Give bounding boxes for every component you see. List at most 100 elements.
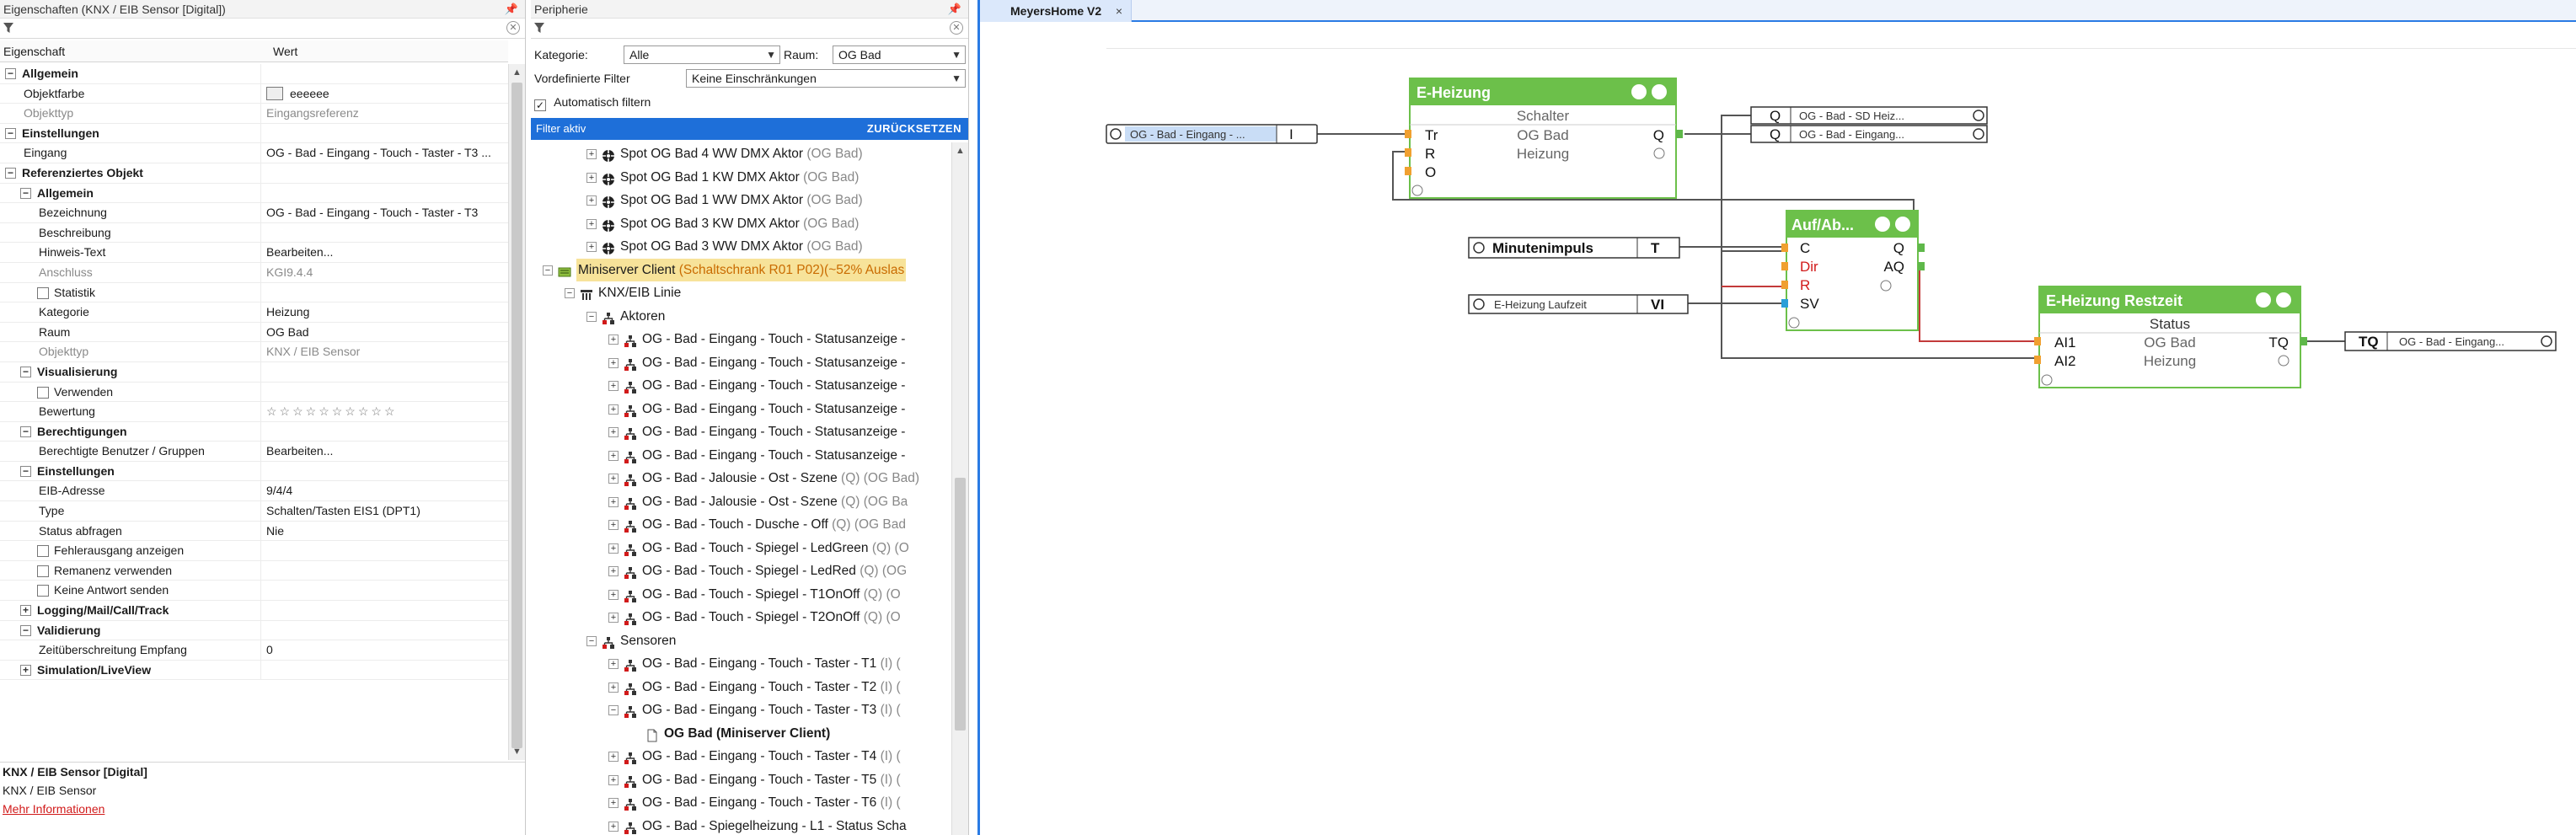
info-icon[interactable] bbox=[1652, 84, 1667, 99]
collapse-icon[interactable]: − bbox=[608, 705, 619, 715]
collapse-icon[interactable]: − bbox=[20, 187, 31, 199]
add-input-icon[interactable] bbox=[2041, 374, 2053, 386]
periphery-filter-bar[interactable]: ✕ bbox=[531, 19, 968, 39]
property-row[interactable]: Objekttyp KNX / EIB Sensor bbox=[0, 342, 508, 362]
properties-filter-bar[interactable]: ✕ bbox=[0, 19, 525, 39]
collapse-icon[interactable]: − bbox=[586, 635, 597, 646]
predefined-filter-select[interactable]: Keine Einschränkungen ▼ bbox=[686, 69, 966, 88]
tree-scrollbar[interactable]: ▲ bbox=[951, 142, 968, 835]
tree-item[interactable]: − KNX/EIB Linie bbox=[531, 281, 951, 305]
minutenimpuls-block[interactable]: Minutenimpuls T bbox=[1468, 237, 1680, 259]
color-swatch[interactable] bbox=[266, 86, 283, 100]
add-input-icon[interactable] bbox=[1411, 185, 1423, 196]
tree-item[interactable]: + Spot OG Bad 1 KW DMX Aktor (OG Bad) bbox=[531, 166, 951, 190]
expand-icon[interactable]: + bbox=[586, 149, 597, 159]
tree-item[interactable]: + OG - Bad - Eingang - Touch - Statusanze… bbox=[531, 374, 951, 398]
laufzeit-block[interactable]: E-Heizung Laufzeit VI bbox=[1468, 294, 1689, 314]
block-auf-ab[interactable]: Auf/Ab... C Dir R SV Q AQ bbox=[1781, 210, 1925, 331]
property-row[interactable]: Berechtigte Benutzer / Gruppen Bearbeiten… bbox=[0, 442, 508, 462]
property-value[interactable]: Nie bbox=[266, 522, 505, 542]
tree-item[interactable]: + OG - Bad - Eingang - Touch - Statusanze… bbox=[531, 420, 951, 444]
output-reference-q1[interactable]: Q OG - Bad - SD Heiz... bbox=[1750, 106, 1988, 125]
expand-icon[interactable]: + bbox=[608, 496, 619, 507]
property-row[interactable]: − Visualisierung bbox=[0, 361, 508, 383]
add-output-icon[interactable] bbox=[1653, 147, 1665, 159]
collapse-icon[interactable]: − bbox=[20, 624, 31, 636]
tree-item[interactable]: − Aktoren bbox=[531, 305, 951, 329]
collapse-icon[interactable]: − bbox=[20, 366, 31, 377]
property-value[interactable]: KNX / EIB Sensor bbox=[266, 342, 505, 362]
property-row[interactable]: − Allgemein bbox=[0, 64, 508, 84]
scroll-thumb[interactable] bbox=[511, 83, 522, 748]
expand-icon[interactable]: + bbox=[586, 172, 597, 183]
property-value[interactable]: KGI9.4.4 bbox=[266, 263, 505, 283]
property-value[interactable]: OG Bad bbox=[266, 323, 505, 343]
auto-filter-row[interactable]: ✓ Automatisch filtern bbox=[533, 91, 967, 113]
property-row[interactable]: − Einstellungen bbox=[0, 461, 508, 482]
property-row[interactable]: Eingang OG - Bad - Eingang - Touch - Tast… bbox=[0, 143, 508, 163]
property-checkbox[interactable] bbox=[37, 585, 49, 597]
property-row[interactable]: Status abfragen Nie bbox=[0, 521, 508, 542]
property-row[interactable]: Beschreibung bbox=[0, 222, 508, 244]
expand-icon[interactable]: + bbox=[608, 613, 619, 623]
expand-icon[interactable]: + bbox=[608, 357, 619, 368]
gear-icon[interactable] bbox=[1473, 242, 1485, 254]
property-row[interactable]: Objekttyp Eingangsreferenz bbox=[0, 104, 508, 124]
expand-icon[interactable]: + bbox=[586, 195, 597, 206]
pin-icon[interactable]: 📌 bbox=[948, 0, 961, 19]
raum-select[interactable]: OG Bad ▼ bbox=[833, 45, 966, 64]
property-value[interactable]: Bearbeiten... bbox=[266, 243, 505, 263]
expand-icon[interactable]: + bbox=[608, 404, 619, 415]
property-row[interactable]: Type Schalten/Tasten EIS1 (DPT1) bbox=[0, 501, 508, 522]
property-row[interactable]: Statistik bbox=[0, 282, 508, 303]
expand-icon[interactable]: + bbox=[608, 520, 619, 530]
tree-item[interactable]: + OG - Bad - Eingang - Touch - Statusanze… bbox=[531, 444, 951, 468]
clear-filter-icon[interactable]: ✕ bbox=[950, 21, 963, 35]
property-value[interactable]: ☆☆☆☆☆☆☆☆☆☆ bbox=[266, 402, 505, 422]
tree-item[interactable]: + OG - Bad - Eingang - Touch - Taster - T… bbox=[531, 676, 951, 699]
property-checkbox[interactable] bbox=[37, 565, 49, 577]
expand-icon[interactable]: + bbox=[608, 543, 619, 554]
gear-icon[interactable] bbox=[1973, 128, 1984, 140]
output-reference-tq[interactable]: TQ OG - Bad - Eingang... bbox=[2344, 331, 2557, 351]
tree-item[interactable]: + OG - Bad - Eingang - Touch - Taster - T… bbox=[531, 791, 951, 815]
pin-icon[interactable]: 📌 bbox=[505, 0, 518, 19]
add-output-icon[interactable] bbox=[1880, 280, 1892, 292]
property-value[interactable]: Eingangsreferenz bbox=[266, 104, 505, 124]
tree-item[interactable]: + Spot OG Bad 3 WW DMX Aktor (OG Bad) bbox=[531, 235, 951, 259]
collapse-icon[interactable]: − bbox=[565, 288, 575, 298]
collapse-icon[interactable]: − bbox=[5, 68, 16, 79]
collapse-icon[interactable]: − bbox=[5, 127, 16, 139]
input-reference-block[interactable]: OG - Bad - Eingang - ... I bbox=[1106, 124, 1318, 144]
expand-icon[interactable]: + bbox=[608, 659, 619, 669]
gear-icon[interactable] bbox=[1875, 217, 1890, 232]
property-checkbox[interactable] bbox=[37, 386, 49, 399]
tree-item[interactable]: + Spot OG Bad 4 WW DMX Aktor (OG Bad) bbox=[531, 142, 951, 166]
property-row[interactable]: Hinweis-Text Bearbeiten... bbox=[0, 243, 508, 263]
tree-item[interactable]: − Miniserver Client (Schaltschrank R01 P0… bbox=[531, 258, 951, 281]
tree-item[interactable]: + OG - Bad - Touch - Spiegel - LedGreen (… bbox=[531, 537, 951, 560]
program-canvas[interactable]: MeyersHome V2 × OG - Bad - Eingang - ...… bbox=[977, 0, 2576, 835]
properties-scrollbar[interactable]: ▲ ▼ bbox=[508, 64, 525, 760]
collapse-icon[interactable]: − bbox=[20, 465, 31, 477]
property-row[interactable]: Kategorie Heizung bbox=[0, 302, 508, 323]
tree-item[interactable]: + OG - Bad - Jalousie - Ost - Szene (Q) (… bbox=[531, 467, 951, 490]
tree-item[interactable]: OG Bad (Miniserver Client) bbox=[531, 722, 951, 746]
property-row[interactable]: Objektfarbe eeeeee bbox=[0, 83, 508, 104]
scroll-up-icon[interactable]: ▲ bbox=[509, 64, 525, 81]
property-row[interactable]: + Logging/Mail/Call/Track bbox=[0, 601, 508, 621]
more-info-link[interactable]: Mehr Informationen bbox=[3, 800, 525, 818]
property-value[interactable]: Schalten/Tasten EIS1 (DPT1) bbox=[266, 501, 505, 522]
scroll-up-icon[interactable]: ▲ bbox=[952, 142, 968, 159]
gear-icon[interactable] bbox=[2541, 335, 2552, 347]
tree-item[interactable]: + Spot OG Bad 3 KW DMX Aktor (OG Bad) bbox=[531, 212, 951, 236]
gear-icon[interactable] bbox=[1473, 298, 1485, 310]
expand-icon[interactable]: + bbox=[608, 450, 619, 461]
property-row[interactable]: Zeitüberschreitung Empfang 0 bbox=[0, 640, 508, 661]
output-reference-q2[interactable]: Q OG - Bad - Eingang... bbox=[1750, 125, 1988, 143]
tree-item[interactable]: + OG - Bad - Touch - Dusche - Off (Q) (OG… bbox=[531, 513, 951, 537]
property-value[interactable]: 0 bbox=[266, 640, 505, 661]
property-row[interactable]: EIB-Adresse 9/4/4 bbox=[0, 481, 508, 502]
tree-item[interactable]: + OG - Bad - Eingang - Touch - Taster - T… bbox=[531, 768, 951, 792]
expand-icon[interactable]: + bbox=[608, 821, 619, 832]
